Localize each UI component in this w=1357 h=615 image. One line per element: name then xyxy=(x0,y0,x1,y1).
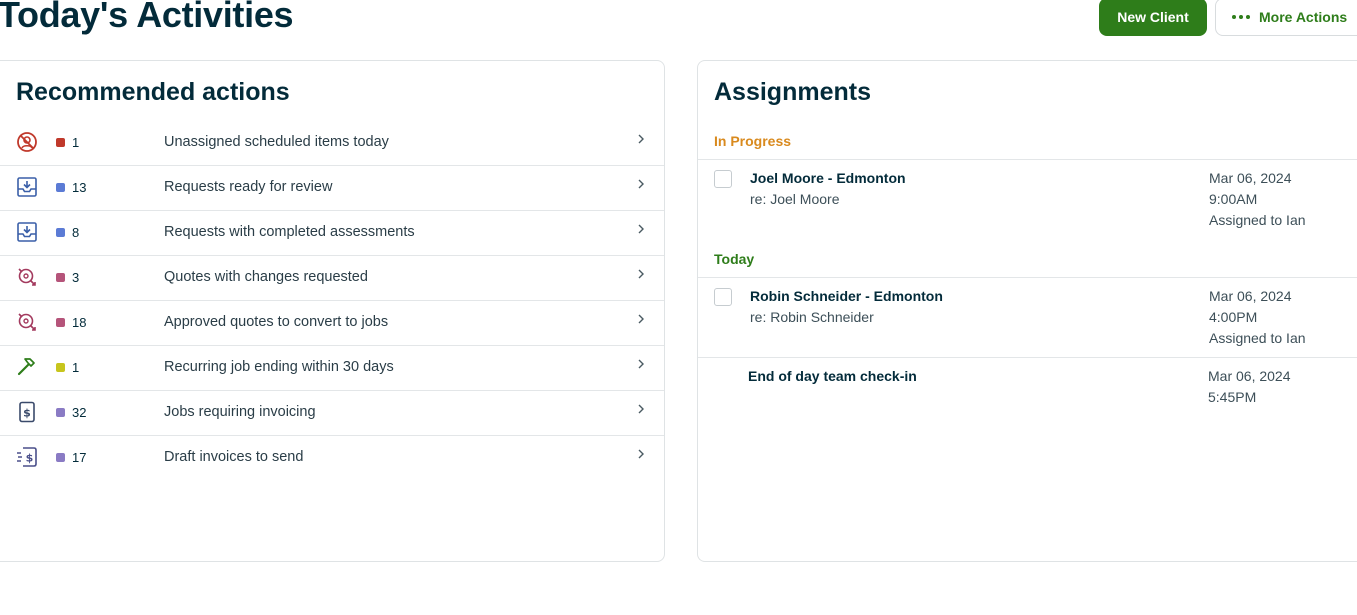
action-label: Requests ready for review xyxy=(164,179,333,195)
status-dot xyxy=(56,453,65,462)
assignment-date: Mar 06, 2024 xyxy=(1209,288,1292,304)
assignment-time: 5:45PM xyxy=(1208,389,1257,405)
action-row[interactable]: 13 Requests ready for review xyxy=(0,166,664,211)
status-dot xyxy=(56,363,65,372)
status-dot xyxy=(56,138,65,147)
status-dot xyxy=(56,318,65,327)
action-count: 8 xyxy=(72,225,80,240)
assignment-assignee: Assigned to Ian xyxy=(1209,330,1306,346)
action-label: Quotes with changes requested xyxy=(164,269,368,285)
recommended-actions-title: Recommended actions xyxy=(16,78,290,106)
action-row[interactable]: 1 Recurring job ending within 30 days xyxy=(0,346,664,391)
action-row[interactable]: 18 Approved quotes to convert to jobs xyxy=(0,301,664,346)
inbox-download-icon xyxy=(17,177,37,197)
assignment-time: 9:00AM xyxy=(1209,191,1258,207)
status-dot xyxy=(56,273,65,282)
assignment-meta: Mar 06, 2024 5:45PM xyxy=(1208,366,1291,408)
chevron-right-icon xyxy=(638,134,644,144)
assignment-checkbox[interactable] xyxy=(714,170,732,188)
chevron-right-icon xyxy=(638,179,644,189)
page-title: Today's Activities xyxy=(0,0,294,35)
action-row[interactable]: $ 17 Draft invoices to send xyxy=(0,436,664,480)
assignments-title: Assignments xyxy=(714,78,871,106)
assignment-date: Mar 06, 2024 xyxy=(1209,170,1292,186)
hammer-icon xyxy=(17,358,35,376)
status-dot xyxy=(56,228,65,237)
assignment-time: 4:00PM xyxy=(1209,309,1258,325)
assignment-title[interactable]: Robin Schneider - Edmonton xyxy=(750,288,943,304)
chevron-right-icon xyxy=(638,269,644,279)
assignment-meta: Mar 06, 2024 4:00PM Assigned to Ian xyxy=(1209,286,1306,349)
assignment-title[interactable]: End of day team check-in xyxy=(748,368,917,384)
action-label: Approved quotes to convert to jobs xyxy=(164,314,389,330)
assignment-checkbox[interactable] xyxy=(714,288,732,306)
divider xyxy=(698,277,1357,278)
assignment-assignee: Assigned to Ian xyxy=(1209,212,1306,228)
recommended-actions-list: 1 Unassigned scheduled items today 13 Re… xyxy=(0,121,664,480)
action-label: Unassigned scheduled items today xyxy=(164,134,389,150)
invoice-icon: $ xyxy=(19,401,35,423)
action-count: 17 xyxy=(72,450,87,465)
quote-icon xyxy=(18,313,36,331)
assignment-subtitle: re: Joel Moore xyxy=(750,191,840,207)
assignment-subtitle: re: Robin Schneider xyxy=(750,309,874,325)
new-client-button[interactable]: New Client xyxy=(1099,0,1207,36)
quote-icon xyxy=(18,268,36,286)
chevron-right-icon xyxy=(638,404,644,414)
draft-invoice-icon: $ xyxy=(17,447,37,467)
more-dots-icon xyxy=(1232,15,1250,19)
action-count: 18 xyxy=(72,315,87,330)
chevron-right-icon xyxy=(638,314,644,324)
chevron-right-icon xyxy=(638,224,644,234)
more-actions-label: More Actions xyxy=(1259,9,1348,25)
action-label: Draft invoices to send xyxy=(164,449,304,465)
assignment-date: Mar 06, 2024 xyxy=(1208,368,1291,384)
svg-text:$: $ xyxy=(26,452,34,465)
chevron-right-icon xyxy=(638,449,644,459)
action-label: Requests with completed assessments xyxy=(164,224,415,240)
divider xyxy=(698,357,1357,358)
action-label: Recurring job ending within 30 days xyxy=(164,359,394,375)
assignment-title[interactable]: Joel Moore - Edmonton xyxy=(750,170,906,186)
assignment-meta: Mar 06, 2024 9:00AM Assigned to Ian xyxy=(1209,168,1306,231)
action-count: 1 xyxy=(72,135,80,150)
action-count: 1 xyxy=(72,360,80,375)
more-actions-button[interactable]: More Actions xyxy=(1215,0,1357,36)
inbox-download-icon xyxy=(17,222,37,242)
status-dot xyxy=(56,408,65,417)
action-row[interactable]: 8 Requests with completed assessments xyxy=(0,211,664,256)
status-dot xyxy=(56,183,65,192)
recommended-actions-card: Recommended actions 1 Unassigned schedul… xyxy=(0,60,665,562)
action-count: 32 xyxy=(72,405,87,420)
action-count: 3 xyxy=(72,270,80,285)
action-label: Jobs requiring invoicing xyxy=(164,404,316,420)
action-count: 13 xyxy=(72,180,87,195)
action-row[interactable]: 3 Quotes with changes requested xyxy=(0,256,664,301)
action-row[interactable]: $ 32 Jobs requiring invoicing xyxy=(0,391,664,436)
unassigned-icon xyxy=(17,132,37,152)
assignments-card: Assignments In Progress Joel Moore - Edm… xyxy=(697,60,1357,562)
divider xyxy=(698,159,1357,160)
svg-text:$: $ xyxy=(23,407,31,420)
action-row[interactable]: 1 Unassigned scheduled items today xyxy=(0,121,664,166)
chevron-right-icon xyxy=(638,359,644,369)
section-today-label: Today xyxy=(714,251,755,267)
section-in-progress-label: In Progress xyxy=(714,133,792,149)
